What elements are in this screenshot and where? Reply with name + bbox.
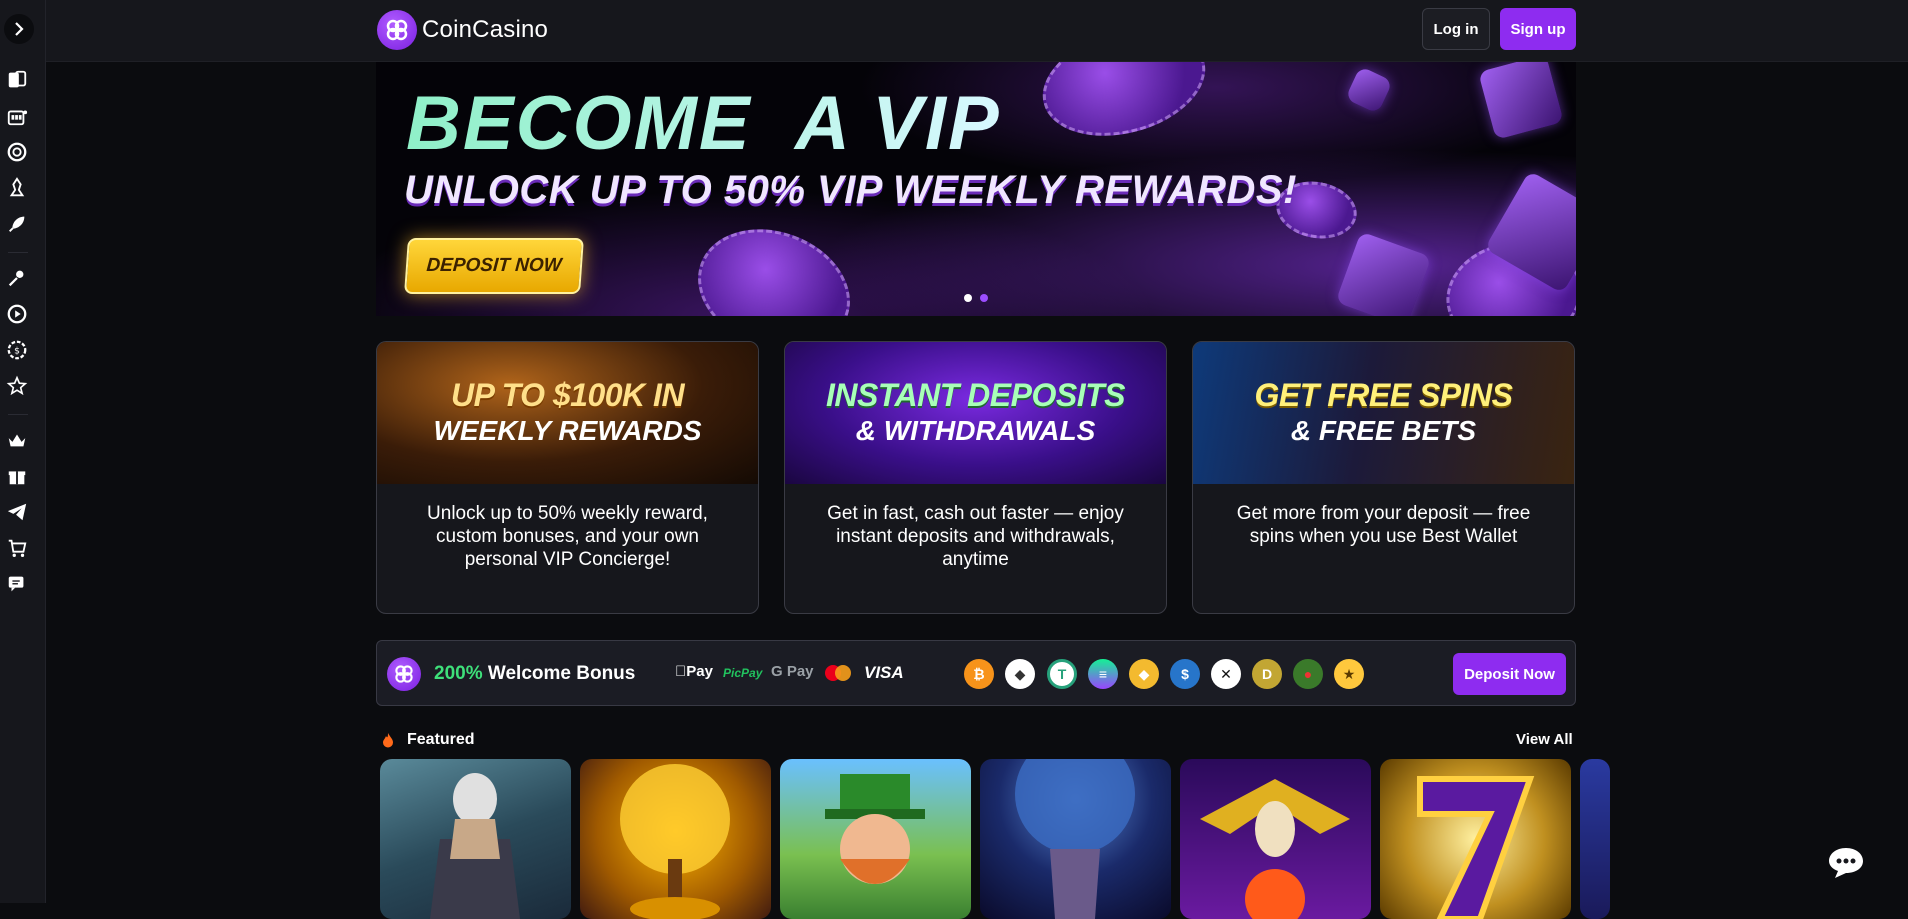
game-tile[interactable] [1380,759,1571,919]
game-thumbnail [430,773,520,919]
chip-decoration [680,208,868,316]
hero-title: BECOME A VIP [406,81,1001,166]
promo-headline: UP TO $100K IN [450,376,685,413]
shopping-cart-icon[interactable] [5,536,29,560]
promo-headline: INSTANT DEPOSITS [826,376,1125,413]
cards-icon[interactable] [5,68,29,92]
usdc-icon: $ [1170,659,1200,689]
hero-subtitle: UNLOCK UP TO 50% VIP WEEKLY REWARDS! [404,168,1297,212]
game-thumbnail [825,774,925,884]
deposit-now-button[interactable]: Deposit Now [1453,653,1566,695]
slot-machine-icon[interactable] [5,104,29,128]
telegram-icon[interactable] [5,500,29,524]
game-tile[interactable] [380,759,571,919]
promo-card-weekly-rewards[interactable]: UP TO $100K IN WEEKLY REWARDS Unlock up … [376,341,759,614]
chip-decoration [1030,62,1218,153]
game-tile[interactable] [1180,759,1371,919]
expand-sidebar-button[interactable] [4,14,34,44]
game-thumbnail [1200,779,1350,919]
hero-banner[interactable]: BECOME A VIP UNLOCK UP TO 50% VIP WEEKLY… [376,62,1576,316]
sports-icon[interactable] [5,266,29,290]
bnb-icon: ◆ [1129,659,1159,689]
promo-description: Get in fast, cash out faster — enjoy ins… [827,503,1124,570]
chat-bubble-icon [1829,848,1863,878]
promo-image: UP TO $100K IN WEEKLY REWARDS [377,342,758,484]
live-chat-button[interactable] [1826,843,1866,883]
visa-logo: VISA [864,663,904,682]
casino-chip-icon[interactable]: $ [5,338,29,362]
game-thumbnail [1417,776,1535,919]
sidebar: $ [0,0,46,903]
ethereum-icon: ◆ [1005,659,1035,689]
gift-icon[interactable] [5,464,29,488]
promo-card-instant-deposits[interactable]: INSTANT DEPOSITS & WITHDRAWALS Get in fa… [784,341,1167,614]
brand-logo[interactable]: CoinCasino [377,10,548,50]
dogecoin-icon: D [1252,659,1282,689]
brand-name: CoinCasino [422,16,549,43]
infinity-logo-icon [377,10,417,50]
dice-decoration [1335,231,1432,316]
game-tile[interactable] [780,759,971,919]
live-play-icon[interactable] [5,302,29,326]
game-thumbnail [1015,759,1135,919]
promo-image: GET FREE SPINS & FREE BETS [1193,342,1574,484]
bitcoin-icon: ₿ [964,659,994,689]
promo-description: Unlock up to 50% weekly reward, custom b… [427,503,708,570]
svg-text:$: $ [14,346,20,357]
infinity-logo-icon [387,657,421,691]
promo-headline: GET FREE SPINS [1254,376,1513,413]
featured-title: Featured [407,731,475,748]
carousel-dots [964,294,988,302]
xrp-icon: ✕ [1211,659,1241,689]
view-all-link[interactable]: View All [1516,731,1573,748]
login-button[interactable]: Log in [1422,8,1490,50]
roulette-icon[interactable] [5,140,29,164]
signup-button[interactable]: Sign up [1500,8,1576,50]
game-tile[interactable] [980,759,1171,919]
bonk-icon: ★ [1334,659,1364,689]
promo-description: Get more from your deposit — free spins … [1236,503,1531,547]
chevron-right-icon [15,22,24,36]
poker-chip-icon[interactable] [5,176,29,200]
tether-icon: T [1047,659,1077,689]
dice-decoration [1345,66,1393,114]
dice-decoration [1478,62,1564,140]
bonus-label: Welcome Bonus [487,663,636,684]
apple-pay-logo: Pay [675,663,713,680]
support-chat-icon[interactable] [5,572,29,596]
bonus-percent: 200% [434,663,483,684]
welcome-bonus-text: 200% Welcome Bonus [434,663,635,685]
welcome-bonus-bar: 200% Welcome Bonus Pay PicPay G Pay VIS… [376,640,1576,706]
promo-image: INSTANT DEPOSITS & WITHDRAWALS [785,342,1166,484]
google-pay-logo: G Pay [771,663,814,680]
promo-subheadline: WEEKLY REWARDS [433,415,702,447]
mastercard-logo [823,664,853,686]
fire-icon [383,733,393,748]
carousel-dot[interactable] [964,294,972,302]
solana-icon: ≡ [1088,659,1118,689]
top-bar [46,0,1908,62]
promo-subheadline: & FREE BETS [1290,415,1477,447]
hero-deposit-button[interactable]: DEPOSIT NOW [404,238,584,294]
star-icon[interactable] [5,374,29,398]
game-tile[interactable] [580,759,771,919]
featured-heading: Featured [381,731,475,749]
game-tile[interactable] [1580,759,1610,919]
game-thumbnail [620,764,730,919]
rocket-icon[interactable] [5,212,29,236]
pepe-icon: ● [1293,659,1323,689]
carousel-dot-active[interactable] [980,294,988,302]
vip-crown-icon[interactable] [5,428,29,452]
promo-card-free-spins[interactable]: GET FREE SPINS & FREE BETS Get more from… [1192,341,1575,614]
promo-subheadline: & WITHDRAWALS [855,415,1096,447]
picpay-logo: PicPay [723,666,763,680]
apple-icon:  [675,663,686,680]
